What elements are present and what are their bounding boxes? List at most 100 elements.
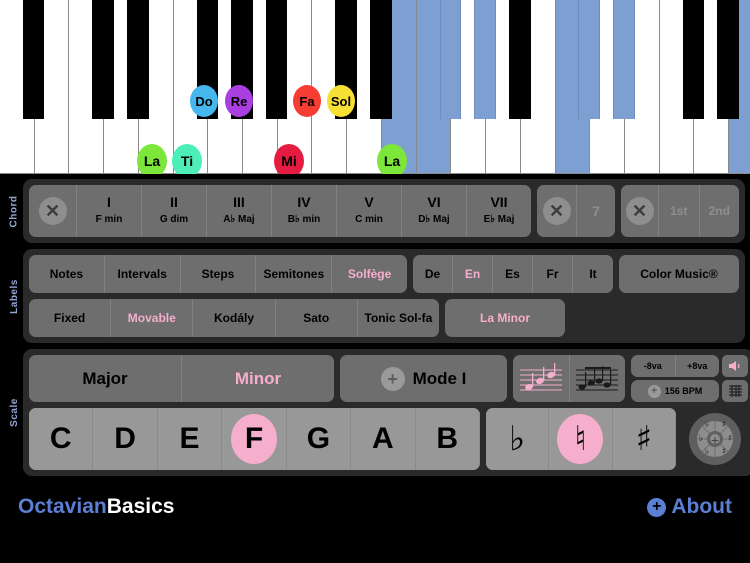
note-letter-button[interactable]: G	[286, 408, 352, 470]
piano-note-marker[interactable]: Do	[190, 85, 218, 117]
svg-text:♭: ♭	[705, 447, 709, 457]
solfege-system-button[interactable]: Tonic Sol-fa	[357, 299, 439, 337]
inversion-clear-button[interactable]: ✕	[621, 185, 659, 237]
piano-black-key[interactable]	[370, 0, 392, 119]
language-button-label: It	[589, 267, 597, 281]
label-mode-button[interactable]: Intervals	[104, 255, 181, 293]
piano-note-marker[interactable]: Ti	[172, 144, 202, 174]
octave-button[interactable]: +8va	[675, 355, 719, 377]
note-letter-label: F	[244, 422, 264, 455]
piano-black-key[interactable]	[717, 0, 739, 119]
settings-button[interactable]	[722, 380, 748, 402]
brand-second: Basics	[106, 495, 175, 518]
chord-degree-roman: II	[170, 194, 178, 211]
chord-degree-button[interactable]: I F min	[77, 185, 142, 237]
note-letter-button[interactable]: C	[29, 408, 94, 470]
about-button[interactable]: + About	[647, 495, 732, 519]
svg-text:+: +	[710, 434, 719, 447]
flat-icon-button[interactable]: ♭	[486, 408, 550, 470]
piano-black-key[interactable]	[682, 0, 705, 119]
note-letter-button[interactable]: D	[93, 408, 158, 470]
note-letter-button[interactable]: E	[157, 408, 223, 470]
piano-note-marker[interactable]: Mi	[274, 144, 304, 174]
mode-button[interactable]: + Mode I	[340, 355, 507, 402]
svg-text:♯: ♯	[728, 434, 732, 444]
piano-note-marker[interactable]: La	[137, 144, 167, 174]
sharp-icon-button[interactable]: ♯	[612, 408, 676, 470]
tonality-button[interactable]: Minor	[182, 355, 334, 402]
piano-black-key[interactable]	[22, 0, 45, 119]
chord-degree-roman: III	[233, 194, 245, 211]
piano-note-marker[interactable]: La	[377, 144, 407, 174]
chord-clear-button[interactable]: ✕	[29, 185, 77, 237]
language-button[interactable]: It	[573, 255, 613, 293]
chord-panel: ✕ I F min II G dim III A♭ Maj IV B♭ min V C min VI…	[23, 179, 745, 243]
label-mode-button[interactable]: Steps	[180, 255, 257, 293]
staff-ascending-icon[interactable]	[513, 355, 570, 402]
language-button[interactable]: Es	[493, 255, 533, 293]
piano-black-key[interactable]	[92, 0, 114, 119]
key-wheel-button[interactable]: + ♭ ♭ ♭ ♯ ♯ ♯	[682, 408, 748, 470]
seventh-button[interactable]: 7	[577, 185, 615, 237]
mode-group: + Mode I	[340, 355, 507, 402]
language-button-label: De	[424, 267, 441, 281]
solfege-system-button-label: Fixed	[53, 311, 86, 325]
plus-circle-icon: +	[647, 384, 661, 398]
solfege-systems-group: Fixed Movable Kodály Sato Tonic Sol-fa	[29, 299, 439, 337]
label-mode-button-label: Semitones	[263, 267, 325, 281]
solfege-system-button[interactable]: Movable	[111, 299, 194, 337]
natural-icon-button[interactable]: ♮	[549, 408, 613, 470]
note-letter-label: D	[114, 422, 136, 455]
piano-black-key[interactable]	[439, 0, 462, 119]
language-button[interactable]: De	[413, 255, 453, 293]
label-mode-button[interactable]: Solfège	[332, 255, 407, 293]
chord-degree-button[interactable]: III A♭ Maj	[207, 185, 272, 237]
piano-note-marker[interactable]: Sol	[327, 85, 355, 117]
note-letter-button[interactable]: A	[351, 408, 416, 470]
chord-section-label-text: Chord	[8, 195, 20, 227]
chord-section: Chord ✕ I F min II G dim III A♭ Maj IV B♭ min V C…	[5, 179, 745, 243]
language-button[interactable]: En	[453, 255, 493, 293]
piano-black-key[interactable]	[265, 0, 288, 119]
note-letter-label: G	[306, 422, 331, 455]
label-mode-button-label: Notes	[49, 267, 84, 281]
tempo-row: + 156 BPM	[631, 380, 748, 402]
octave-button[interactable]: -8va	[631, 355, 676, 377]
tonality-button[interactable]: Major	[29, 355, 182, 402]
piano-black-key[interactable]	[127, 0, 149, 119]
label-mode-button[interactable]: Semitones	[256, 255, 333, 293]
chord-degree-button[interactable]: II G dim	[142, 185, 207, 237]
piano-note-marker[interactable]: Fa	[293, 85, 321, 117]
scale-section-label: Scale	[5, 349, 23, 476]
staff-notes-icon[interactable]	[569, 355, 625, 402]
inversion-1st-button[interactable]: 1st	[659, 185, 700, 237]
chord-degree-button[interactable]: VII E♭ Maj	[467, 185, 531, 237]
solfege-system-button[interactable]: Sato	[275, 299, 358, 337]
labels-panel: Notes Intervals Steps Semitones Solfège De En…	[23, 249, 745, 343]
piano-black-key[interactable]	[578, 0, 600, 119]
solfege-system-button-label: Sato	[303, 311, 330, 325]
chord-degree-roman: IV	[297, 194, 311, 211]
solfege-system-button[interactable]: Fixed	[29, 299, 112, 337]
la-minor-button[interactable]: La Minor	[445, 299, 565, 337]
chord-degree-name: D♭ Maj	[418, 213, 450, 225]
note-letter-button[interactable]: B	[415, 408, 480, 470]
piano-black-key[interactable]	[474, 0, 496, 119]
chord-degree-button[interactable]: VI D♭ Maj	[402, 185, 467, 237]
chord-degree-button[interactable]: V C min	[337, 185, 402, 237]
piano-keyboard[interactable]: La Ti Do Re Mi Fa Sol La	[0, 0, 750, 174]
chord-degree-button[interactable]: IV B♭ min	[272, 185, 337, 237]
piano-black-key[interactable]	[508, 0, 531, 119]
color-music-button[interactable]: Color Music®	[619, 255, 739, 293]
piano-black-key[interactable]	[613, 0, 635, 119]
chord-degree-name: A♭ Maj	[223, 213, 255, 225]
note-letter-button[interactable]: F	[222, 408, 287, 470]
seventh-clear-button[interactable]: ✕	[537, 185, 577, 237]
label-mode-button[interactable]: Notes	[29, 255, 105, 293]
inversion-2nd-button[interactable]: 2nd	[699, 185, 739, 237]
piano-note-marker[interactable]: Re	[225, 85, 253, 117]
language-button[interactable]: Fr	[533, 255, 573, 293]
speaker-button[interactable]	[722, 355, 748, 377]
bpm-button[interactable]: + 156 BPM	[631, 380, 719, 402]
solfege-system-button[interactable]: Kodály	[193, 299, 276, 337]
